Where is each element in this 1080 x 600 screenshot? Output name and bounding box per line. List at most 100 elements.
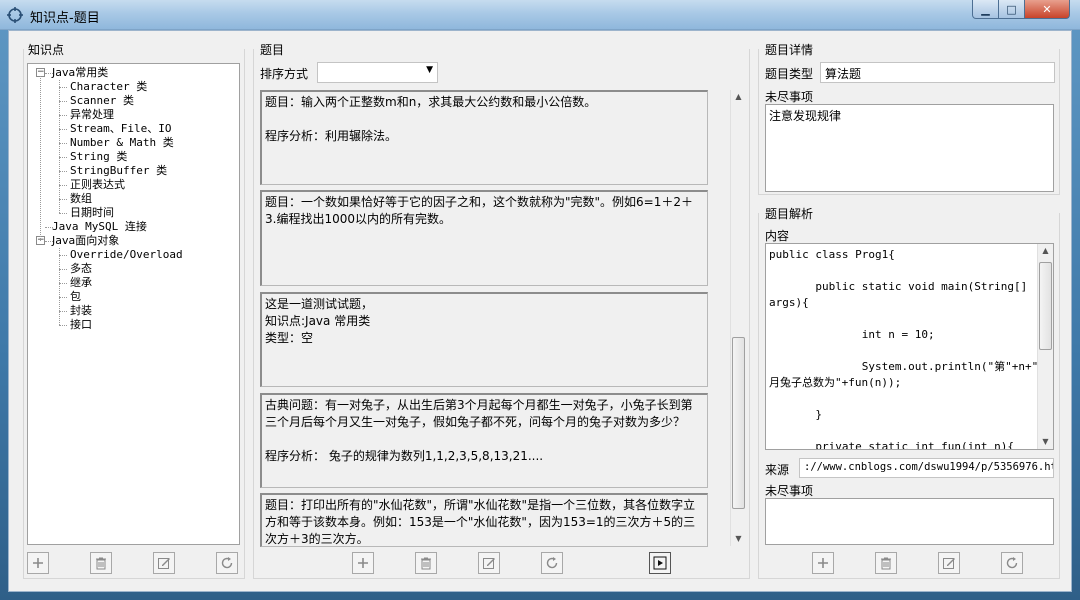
tree-node[interactable]: 多态 — [70, 262, 92, 276]
tree-node[interactable]: Java面向对象 — [52, 234, 119, 248]
code-line: private static int fun(int n){ — [769, 440, 1015, 450]
notes-textarea[interactable]: 注意发现规律 — [765, 104, 1054, 192]
minimize-button[interactable]: ▁ — [972, 0, 999, 19]
question-card[interactable]: 这是一道测试试题， 知识点:Java 常用类 类型：空 — [260, 292, 708, 387]
code-line: System.out.println("第"+n+"个 — [769, 360, 1050, 373]
tree-connector — [59, 87, 67, 88]
tree-connector — [59, 213, 67, 214]
content-scrollbar[interactable]: ▲ ▼ — [1037, 244, 1053, 449]
code-block: public class Prog1{ public static void m… — [769, 247, 1050, 450]
maximize-button[interactable]: □ — [998, 0, 1025, 19]
tree-connector — [59, 269, 67, 270]
question-refresh-button[interactable] — [541, 552, 563, 574]
question-text: 题目：一个数如果恰好等于它的因子之和，这个数就称为"完数"。例如6=1＋2＋3.… — [265, 195, 694, 226]
scroll-down-arrow[interactable]: ▼ — [731, 532, 746, 546]
tree-connector — [59, 115, 67, 116]
tree-connector — [40, 76, 41, 241]
detail-refresh-button[interactable] — [1001, 552, 1023, 574]
tree-node[interactable]: 日期时间 — [70, 206, 114, 220]
play-icon — [653, 556, 667, 570]
tree-node[interactable]: Java常用类 — [52, 66, 108, 80]
sort-label: 排序方式 — [260, 67, 309, 81]
scroll-up-arrow[interactable]: ▲ — [1038, 244, 1053, 258]
source-label: 来源 — [765, 463, 790, 477]
knowledge-add-button[interactable] — [27, 552, 49, 574]
scroll-thumb[interactable] — [732, 337, 745, 509]
code-line: args){ — [769, 296, 809, 309]
scroll-up-arrow[interactable]: ▲ — [731, 90, 746, 104]
add-icon — [358, 558, 368, 568]
tree-node[interactable]: Number & Math 类 — [70, 136, 174, 150]
sort-select[interactable]: ▼ — [317, 62, 438, 83]
tree-node[interactable]: 包 — [70, 290, 81, 304]
questions-scrollbar[interactable]: ▲ ▼ — [730, 90, 746, 546]
close-button[interactable]: ✕ — [1024, 0, 1070, 19]
app-icon — [7, 7, 23, 23]
detail-add-button[interactable] — [812, 552, 834, 574]
tree-connector — [59, 129, 67, 130]
tree-node[interactable]: Stream、File、IO — [70, 122, 171, 136]
tree-node[interactable]: 继承 — [70, 276, 92, 290]
edit-icon — [158, 558, 170, 569]
code-line: public class Prog1{ — [769, 248, 895, 261]
code-line: public static void main(String[] — [769, 280, 1028, 293]
notes2-label: 未尽事项 — [765, 484, 814, 498]
tree-node[interactable]: Java MySQL 连接 — [52, 220, 147, 234]
knowledge-edit-button[interactable] — [153, 552, 175, 574]
question-delete-button[interactable] — [415, 552, 437, 574]
knowledge-tree[interactable]: − Java常用类 Character 类 Scanner 类异常处理 Stream、F… — [27, 63, 240, 545]
knowledge-delete-button[interactable] — [90, 552, 112, 574]
tree-node[interactable]: 封装 — [70, 304, 92, 318]
tree-connector — [59, 143, 67, 144]
source-field[interactable]: ://www.cnblogs.com/dswu1994/p/5356976.ht… — [799, 458, 1054, 478]
tree-connector — [59, 171, 67, 172]
window-title: 知识点-题目 — [30, 11, 100, 26]
question-play-button[interactable] — [649, 552, 671, 574]
tree-connector — [59, 80, 60, 213]
question-card[interactable]: 古典问题：有一对兔子，从出生后第3个月起每个月都生一对兔子，小兔子长到第三个月后… — [260, 393, 708, 488]
content-textarea[interactable]: public class Prog1{ public static void m… — [765, 243, 1054, 450]
detail-edit-button[interactable] — [938, 552, 960, 574]
tree-node[interactable]: 接口 — [70, 318, 92, 332]
content-label: 内容 — [765, 229, 790, 243]
delete-icon — [881, 557, 891, 570]
type-field[interactable]: 算法题 — [820, 62, 1055, 83]
code-line: int n = 10; — [769, 328, 935, 341]
scroll-down-arrow[interactable]: ▼ — [1038, 435, 1053, 449]
notes-label: 未尽事项 — [765, 90, 814, 104]
detail-delete-button[interactable] — [875, 552, 897, 574]
edit-icon — [943, 558, 955, 569]
refresh-icon — [221, 557, 233, 569]
tree-node[interactable]: StringBuffer 类 — [70, 164, 167, 178]
tree-node[interactable]: Character 类 — [70, 80, 147, 94]
source-field-value: ://www.cnblogs.com/dswu1994/p/5356976.ht… — [804, 461, 1054, 473]
question-card[interactable]: 题目：输入两个正整数m和n，求其最大公约数和最小公倍数。 程序分析：利用辗除法。 — [260, 90, 708, 185]
question-card[interactable]: 题目：打印出所有的"水仙花数"，所谓"水仙花数"是指一个三位数，其各位数字立方和… — [260, 493, 708, 547]
delete-icon — [421, 557, 431, 570]
tree-connector — [59, 325, 67, 326]
tree-node[interactable]: Override/Overload — [70, 248, 183, 262]
notes2-textarea[interactable] — [765, 498, 1054, 545]
tree-node[interactable]: String 类 — [70, 150, 127, 164]
tree-node[interactable]: 异常处理 — [70, 108, 114, 122]
tree-connector — [59, 157, 67, 158]
question-text: 题目：输入两个正整数m和n，求其最大公约数和最小公倍数。 程序分析：利用辗除法。 — [265, 95, 597, 143]
add-icon — [33, 558, 43, 568]
tree-node[interactable]: 数组 — [70, 192, 92, 206]
scroll-thumb[interactable] — [1039, 262, 1052, 350]
question-text: 古典问题：有一对兔子，从出生后第3个月起每个月都生一对兔子，小兔子长到第三个月后… — [265, 398, 693, 463]
code-line: 月兔子总数为"+fun(n)); — [769, 376, 902, 389]
tree-node[interactable]: 正则表达式 — [70, 178, 125, 192]
delete-icon — [96, 557, 106, 570]
add-icon — [818, 558, 828, 568]
question-edit-button[interactable] — [478, 552, 500, 574]
knowledge-refresh-button[interactable] — [216, 552, 238, 574]
tree-node[interactable]: Scanner 类 — [70, 94, 134, 108]
question-add-button[interactable] — [352, 552, 374, 574]
type-field-value: 算法题 — [825, 67, 862, 81]
question-card[interactable]: 题目：一个数如果恰好等于它的因子之和，这个数就称为"完数"。例如6=1＋2＋3.… — [260, 190, 708, 286]
